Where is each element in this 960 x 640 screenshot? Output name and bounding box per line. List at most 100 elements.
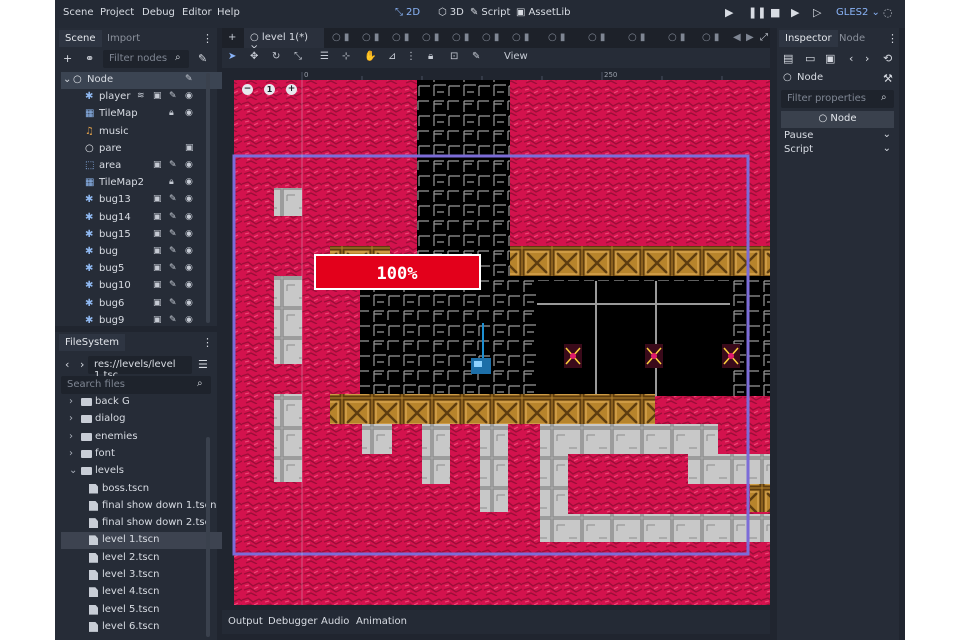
script-icon[interactable]: ✎ bbox=[169, 212, 177, 222]
signal-icon[interactable]: ≋ bbox=[137, 91, 145, 101]
search-files-input[interactable]: Search files bbox=[61, 376, 211, 394]
group-icon[interactable]: ▣ bbox=[185, 143, 194, 153]
zoom-in-button[interactable]: + bbox=[286, 84, 297, 95]
chevron-right-icon[interactable]: › bbox=[69, 431, 73, 442]
skeleton-icon[interactable]: ✎ bbox=[472, 51, 480, 62]
script-icon[interactable]: ✎ bbox=[169, 246, 177, 256]
play-icon[interactable]: ▶ bbox=[725, 6, 733, 19]
filter-properties-input[interactable]: Filter properties bbox=[781, 90, 894, 108]
play-scene-icon[interactable]: ▶ bbox=[791, 6, 799, 19]
pan-tool-icon[interactable]: ✋ bbox=[364, 51, 376, 62]
stop-icon[interactable]: ■ bbox=[770, 6, 780, 19]
chevron-right-icon[interactable]: › bbox=[865, 52, 869, 65]
menu-editor[interactable]: Editor bbox=[182, 7, 212, 18]
script-icon[interactable]: ✎ bbox=[169, 315, 177, 325]
tab-scene-13[interactable]: ○ ▮ bbox=[696, 28, 725, 48]
chevron-right-icon[interactable]: › bbox=[80, 358, 84, 371]
lock-icon[interactable]: 🔒︎ bbox=[169, 177, 174, 187]
property-script[interactable]: Script ⌄ bbox=[781, 142, 894, 159]
list-view-icon[interactable]: ☰ bbox=[198, 358, 208, 371]
eye-icon[interactable]: ◉ bbox=[185, 177, 193, 187]
chevron-left-icon[interactable]: ‹ bbox=[849, 52, 853, 65]
tab-scene-2[interactable]: ○ ▮ bbox=[326, 28, 355, 48]
chevron-left-icon[interactable]: ‹ bbox=[65, 358, 69, 371]
menu-project[interactable]: Project bbox=[100, 7, 134, 18]
menu-debug[interactable]: Debug bbox=[142, 7, 175, 18]
eye-icon[interactable]: ◉ bbox=[185, 246, 193, 256]
tab-scene-4[interactable]: ○ ▮ bbox=[386, 28, 415, 48]
eye-icon[interactable]: ◉ bbox=[185, 298, 193, 308]
list-select-icon[interactable]: ☰ bbox=[320, 51, 329, 62]
chevron-right-icon[interactable]: › bbox=[69, 413, 73, 424]
eye-icon[interactable]: ◉ bbox=[185, 229, 193, 239]
menu-scene[interactable]: Scene bbox=[63, 7, 94, 18]
group-icon[interactable]: ▣ bbox=[153, 298, 162, 308]
tab-scene[interactable]: Scene bbox=[59, 30, 102, 47]
tab-level-1[interactable]: ○ level 1(*) × bbox=[244, 28, 324, 54]
menu-dots-icon[interactable]: ⋮ bbox=[202, 336, 213, 349]
select-tool-icon[interactable]: ➤ bbox=[228, 51, 236, 62]
play-custom-icon[interactable]: ▷ bbox=[813, 6, 821, 19]
tab-scene-7[interactable]: ○ ▮ bbox=[476, 28, 505, 48]
filesystem-scrollbar[interactable] bbox=[206, 437, 210, 637]
group-icon[interactable]: ▣ bbox=[153, 212, 162, 222]
chevron-down-icon[interactable]: ⌄ bbox=[63, 74, 71, 85]
workspace-assetlib-button[interactable]: ▣ AssetLib bbox=[516, 7, 570, 18]
tools-icon[interactable]: ⚒ bbox=[883, 72, 893, 85]
group-icon[interactable]: ▣ bbox=[153, 91, 162, 101]
group-icon[interactable]: ▣ bbox=[153, 194, 162, 204]
workspace-2d-button[interactable]: ⤡ 2D bbox=[395, 7, 420, 18]
eye-icon[interactable]: ◉ bbox=[185, 280, 193, 290]
move-tool-icon[interactable]: ✥ bbox=[250, 51, 258, 62]
chevron-down-icon[interactable]: ⌄ bbox=[69, 465, 77, 476]
tab-scene-8[interactable]: ○ ▮ bbox=[506, 28, 535, 48]
renderer-select[interactable]: GLES2 ⌄ bbox=[836, 7, 880, 18]
menu-dots-icon[interactable]: ⋮ bbox=[202, 32, 213, 45]
pause-icon[interactable]: ❚❚ bbox=[748, 6, 766, 19]
script-icon[interactable]: ✎ bbox=[169, 194, 177, 204]
tab-animation[interactable]: Animation bbox=[356, 616, 407, 627]
eye-icon[interactable]: ◉ bbox=[185, 212, 193, 222]
snap-options-icon[interactable]: ⋮ bbox=[406, 51, 416, 62]
link-icon[interactable]: ⚭ bbox=[85, 52, 94, 65]
pivot-icon[interactable]: ⊹ bbox=[342, 51, 350, 62]
history-icon[interactable]: ⟲ bbox=[883, 52, 892, 65]
load-resource-icon[interactable]: ▭ bbox=[805, 52, 815, 65]
lock-icon[interactable]: 🔒︎ bbox=[428, 51, 433, 62]
rotate-tool-icon[interactable]: ↻ bbox=[272, 51, 280, 62]
save-resource-icon[interactable]: ▣ bbox=[825, 52, 835, 65]
chevron-right-icon[interactable]: › bbox=[69, 448, 73, 459]
group-icon[interactable]: ▣ bbox=[153, 263, 162, 273]
workspace-3d-button[interactable]: ⬡ 3D bbox=[438, 7, 464, 18]
script-icon[interactable]: ✎ bbox=[169, 160, 177, 170]
tab-scene-10[interactable]: ○ ▮ bbox=[582, 28, 611, 48]
distraction-free-icon[interactable]: ⤢ bbox=[754, 28, 774, 48]
zoom-reset-button[interactable]: 1 bbox=[264, 84, 275, 95]
menu-help[interactable]: Help bbox=[217, 7, 240, 18]
canvas-viewport[interactable]: 0 250 100% − 1 + bbox=[222, 68, 770, 605]
tab-filesystem[interactable]: FileSystem bbox=[59, 334, 126, 351]
lock-icon[interactable]: 🔒︎ bbox=[169, 108, 174, 118]
tab-scene-12[interactable]: ○ ▮ bbox=[662, 28, 691, 48]
group-icon[interactable]: ⊡ bbox=[450, 51, 458, 62]
tab-scene-11[interactable]: ○ ▮ bbox=[622, 28, 651, 48]
group-icon[interactable]: ▣ bbox=[153, 315, 162, 325]
new-resource-icon[interactable]: ▤ bbox=[783, 52, 793, 65]
section-node-header[interactable]: ○ Node bbox=[781, 111, 894, 128]
eye-icon[interactable]: ◉ bbox=[185, 160, 193, 170]
workspace-script-button[interactable]: ✎ Script bbox=[470, 7, 510, 18]
tab-output[interactable]: Output bbox=[228, 616, 263, 627]
tab-scene-6[interactable]: ○ ▮ bbox=[446, 28, 475, 48]
eye-icon[interactable]: ◉ bbox=[185, 263, 193, 273]
menu-dots-icon[interactable]: ⋮ bbox=[887, 32, 898, 45]
snap-icon[interactable]: ⊿ bbox=[388, 51, 396, 62]
script-icon[interactable]: ✎ bbox=[169, 229, 177, 239]
eye-icon[interactable]: ◉ bbox=[185, 315, 193, 325]
tab-audio[interactable]: Audio bbox=[321, 616, 349, 627]
new-scene-icon[interactable]: + bbox=[222, 28, 242, 48]
group-icon[interactable]: ▣ bbox=[153, 160, 162, 170]
tab-inspector[interactable]: Inspector bbox=[779, 30, 838, 47]
tab-scene-9[interactable]: ○ ▮ bbox=[542, 28, 571, 48]
group-icon[interactable]: ▣ bbox=[153, 229, 162, 239]
script-icon[interactable]: ✎ bbox=[169, 91, 177, 101]
